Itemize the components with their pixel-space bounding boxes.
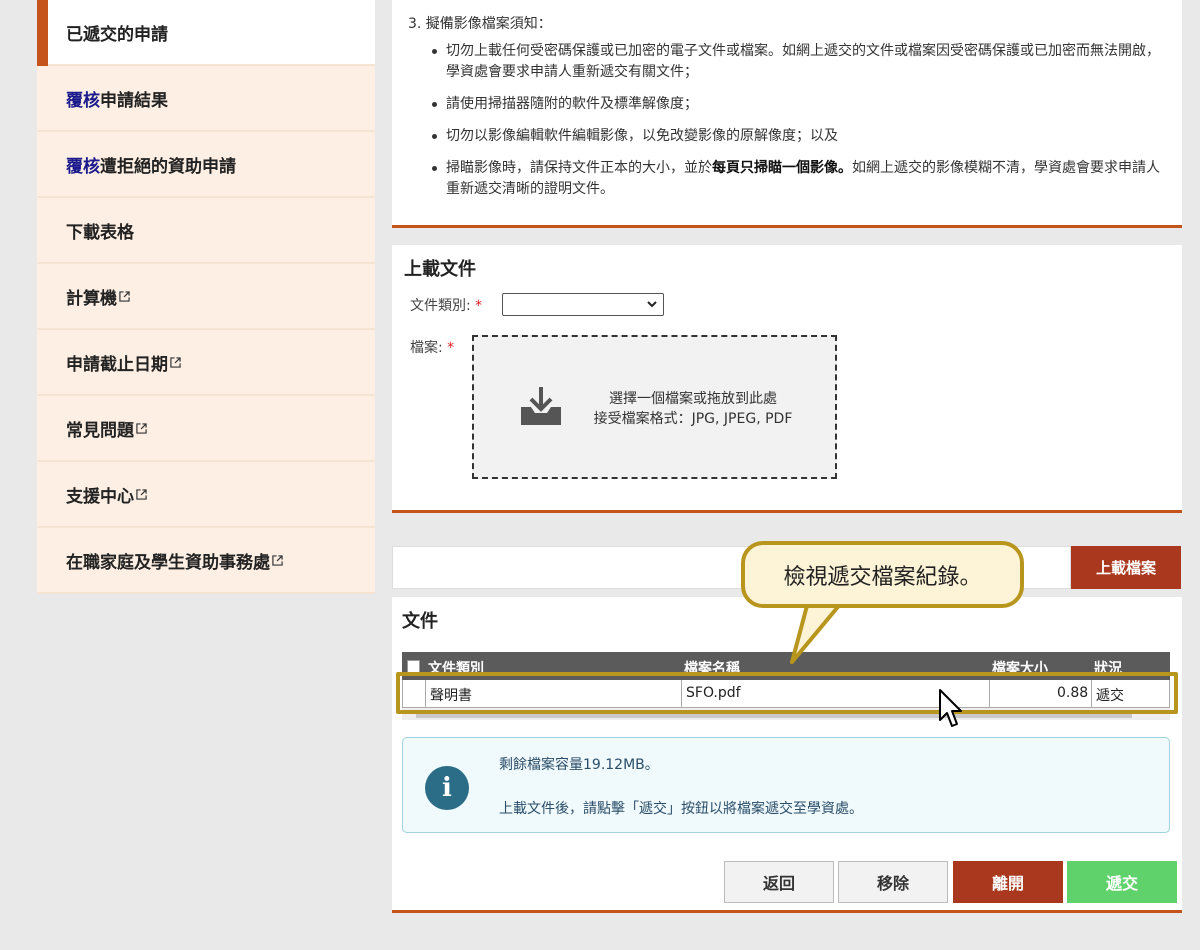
sidebar-item-review-results[interactable]: 覆核 申請結果 [37,66,375,132]
upload-file-button[interactable]: 上載檔案 [1071,546,1181,589]
remaining-capacity-text: 剩餘檔案容量19.12MB。 [499,757,659,773]
file-label: 檔案: * [410,340,455,356]
sidebar-item-calculator[interactable]: 計算機 [37,264,375,330]
external-link-icon [119,290,130,302]
back-button[interactable]: 返回 [724,861,834,903]
file-dropzone[interactable]: 選擇一個檔案或拖放到此處 接受檔案格式：JPG, JPEG, PDF [472,335,837,479]
note-item: 切勿上載任何受密碼保護或已加密的電子文件或檔案。如網上遞交的文件或檔案因受密碼保… [432,41,1168,83]
notes-list: 切勿上載任何受密碼保護或已加密的電子文件或檔案。如網上遞交的文件或檔案因受密碼保… [408,41,1168,200]
sidebar-item-wfsfaa[interactable]: 在職家庭及學生資助事務處 [37,528,375,594]
sidebar-item-review-rejected[interactable]: 覆核 遭拒絕的資助申請 [37,132,375,198]
leave-button[interactable]: 離開 [953,861,1063,903]
sidebar-item-submitted-applications[interactable]: 已遞交的申請 [37,0,375,68]
image-file-notes-panel: 3. 擬備影像檔案須知： 切勿上載任何受密碼保護或已加密的電子文件或檔案。如網上… [392,0,1182,228]
mouse-cursor-icon [939,689,962,727]
sidebar-item-label: 遭拒絕的資助申請 [100,156,236,177]
notes-heading: 3. 擬備影像檔案須知： [408,16,552,32]
dropzone-line2: 接受檔案格式：JPG, JPEG, PDF [593,411,793,427]
callout-tail [790,600,846,664]
sidebar-item-download-forms[interactable]: 下載表格 [37,198,375,264]
sidebar-item-support-centre[interactable]: 支援中心 [37,462,375,528]
sidebar-item-highlight: 覆核 [66,156,100,177]
upload-instruction-text: 上載文件後，請點擊「遞交」按鈕以將檔案遞交至學資處。 [499,801,863,817]
sidebar-item-label: 在職家庭及學生資助事務處 [66,552,270,573]
download-tray-icon [521,387,561,425]
row-highlight-frame [396,672,1178,714]
submit-button[interactable]: 遞交 [1067,861,1177,903]
note-item: 切勿以影像編輯軟件編輯影像，以免改變影像的原解像度；以及 [432,126,1168,147]
remove-button[interactable]: 移除 [838,861,948,903]
chevron-down-icon [647,301,657,308]
note-text: 掃瞄影像時，請保持文件正本的大小，並於 [446,160,712,176]
sidebar-item-label: 常見問題 [66,420,134,441]
external-link-icon [136,488,147,500]
dropzone-line1: 選擇一個檔案或拖放到此處 [609,391,777,407]
sidebar-item-label: 申請截止日期 [66,354,168,375]
note-bold-text: 每頁只掃瞄一個影像。 [712,160,852,176]
sidebar: 已遞交的申請 覆核 申請結果 覆核 遭拒絕的資助申請 下載表格 計算機 申請截止日期… [37,0,375,594]
info-icon: i [425,766,469,810]
document-type-label: 文件類別: * [410,298,483,314]
sidebar-item-label: 下載表格 [66,222,134,243]
info-box: i 剩餘檔案容量19.12MB。 上載文件後，請點擊「遞交」按鈕以將檔案遞交至學… [402,737,1170,833]
external-link-icon [136,422,147,434]
external-link-icon [272,554,283,566]
sidebar-item-label: 申請結果 [100,90,168,111]
external-link-icon [170,356,181,368]
upload-document-panel: 上載文件 文件類別: * 檔案: * 選擇一個檔案或拖放到此處 接受檔案格式：J… [392,245,1182,513]
sidebar-item-deadlines[interactable]: 申請截止日期 [37,330,375,396]
sidebar-item-label: 計算機 [66,288,117,309]
dropzone-text: 選擇一個檔案或拖放到此處 接受檔案格式：JPG, JPEG, PDF [578,389,808,429]
document-type-select[interactable] [502,293,664,316]
note-item: 掃瞄影像時，請保持文件正本的大小，並於每頁只掃瞄一個影像。如網上遞交的影像模糊不… [432,158,1168,200]
sidebar-item-faq[interactable]: 常見問題 [37,396,375,462]
sidebar-item-highlight: 覆核 [66,90,100,111]
callout-bubble: 檢視遞交檔案紀錄。 [741,541,1024,608]
upload-section-title: 上載文件 [404,259,476,280]
sidebar-item-label: 已遞交的申請 [66,24,168,45]
note-item: 請使用掃描器隨附的軟件及標準解像度； [432,94,1168,115]
sidebar-item-label: 支援中心 [66,486,134,507]
documents-section-title: 文件 [402,611,438,632]
